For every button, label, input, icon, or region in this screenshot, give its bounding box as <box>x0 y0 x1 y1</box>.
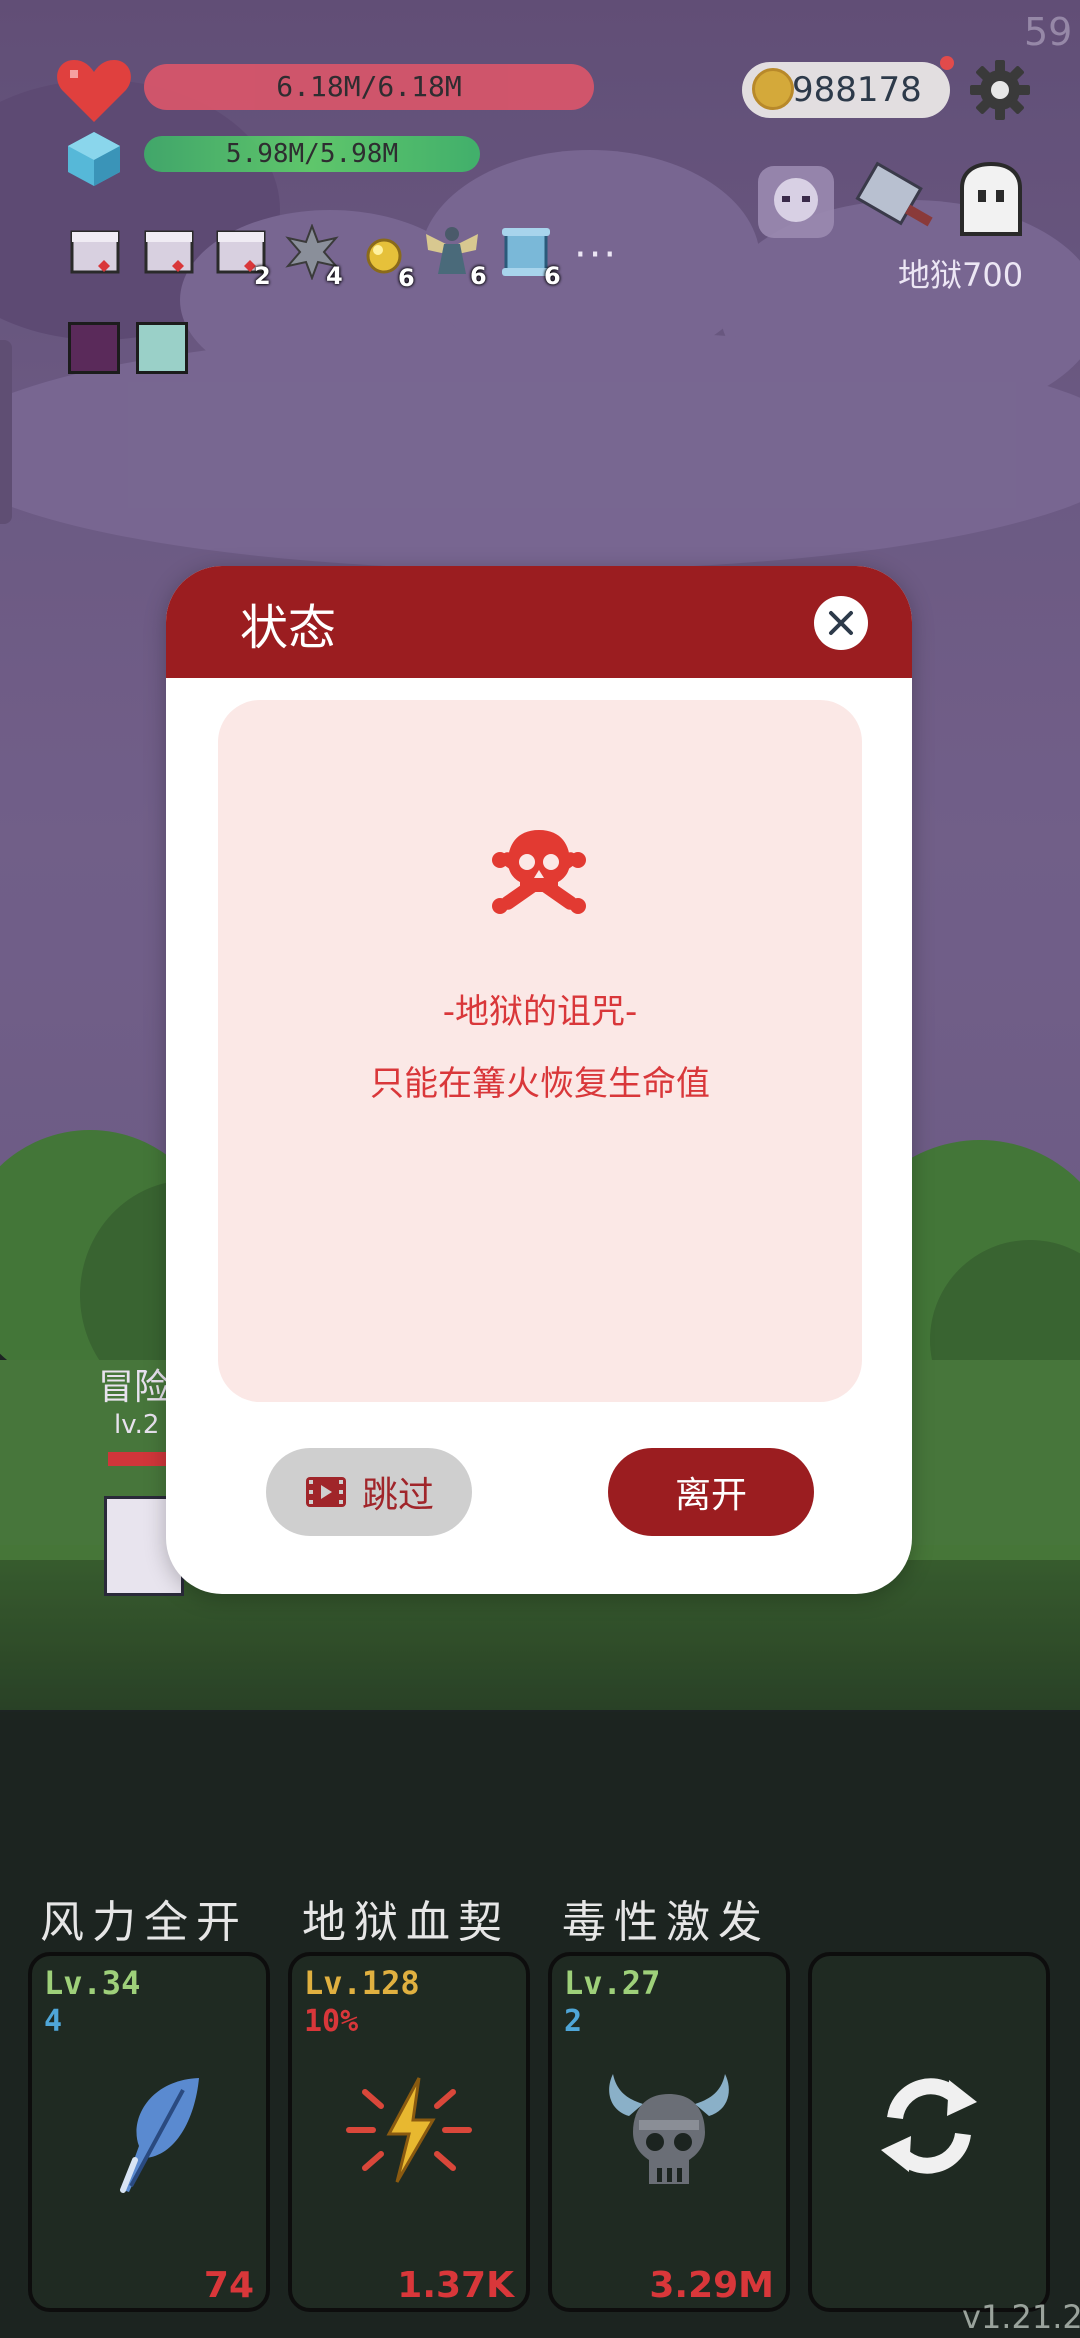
skill-stat: 2 <box>564 2004 583 2039</box>
refresh-icon <box>881 2078 977 2174</box>
status-count: 6 <box>544 262 561 290</box>
player-level: lv.2 <box>114 1410 160 1440</box>
skill-level: Lv.27 <box>564 1964 661 2002</box>
skill-refresh-card[interactable] <box>808 1952 1050 2312</box>
dark-curse-buff-icon[interactable] <box>68 322 120 374</box>
status-count: 6 <box>470 262 487 290</box>
hell-level-label: 地狱700 <box>898 256 1024 294</box>
notification-dot <box>940 56 954 70</box>
side-drawer-tab[interactable] <box>0 340 12 524</box>
skill-name: 风力全开 <box>40 1897 248 1948</box>
heart-icon <box>57 60 131 122</box>
curse-description: 只能在篝火恢复生命值 <box>370 1064 710 1104</box>
cleaver-boss-icon[interactable] <box>850 160 942 244</box>
status-dialog: 状态 -地狱的诅咒- 只能在篝火恢复生命值 跳过 离开 <box>166 566 912 1594</box>
scroll-red-bow-icon[interactable] <box>68 226 124 282</box>
skill-card-wind[interactable]: Lv.34 4 74 <box>28 1952 270 2312</box>
skill-level: Lv.34 <box>44 1964 141 2002</box>
skill-level: Lv.128 <box>304 1964 420 2002</box>
skill-card-poison[interactable]: Lv.27 2 3.29M <box>548 1952 790 2312</box>
status-count: 6 <box>398 264 415 292</box>
hp-bar: 6.18M/6.18M <box>144 64 594 110</box>
gear-icon[interactable] <box>968 58 1032 122</box>
skill-stat: 10% <box>304 2004 359 2039</box>
curse-title: -地狱的诅咒- <box>442 992 638 1032</box>
fps-counter: 59 <box>1024 10 1073 54</box>
feather-icon <box>120 2078 199 2193</box>
player-name: 冒险 <box>98 1367 171 1408</box>
mp-bar: 5.98M/5.98M <box>144 136 480 172</box>
dialog-header: 状态 <box>166 566 912 678</box>
skip-label: 跳过 <box>361 1475 434 1516</box>
skill-name: 地狱血契 <box>302 1897 510 1948</box>
close-button[interactable] <box>814 596 868 650</box>
status-count: 2 <box>254 262 271 290</box>
status-count: 4 <box>326 262 343 290</box>
skull-crossbones-icon <box>492 830 586 914</box>
skip-button[interactable]: 跳过 <box>266 1448 472 1536</box>
horned-skull-icon <box>609 2074 729 2184</box>
close-icon <box>829 611 853 635</box>
white-ghost-boss-icon[interactable] <box>954 160 1028 240</box>
more-status-indicator[interactable]: ··· <box>574 232 618 278</box>
gold-amount: 988178 <box>792 70 922 110</box>
coin-icon <box>752 68 794 110</box>
skill-value: 3.29M <box>649 2265 774 2306</box>
scroll-red-bow-icon[interactable] <box>142 226 198 282</box>
curse-info-card: -地狱的诅咒- 只能在篝火恢复生命值 <box>218 700 862 1402</box>
video-ad-icon <box>305 1477 346 1507</box>
skill-name: 毒性激发 <box>562 1897 770 1948</box>
lightning-burst-icon <box>346 2077 472 2183</box>
version-label: v1.21.2 <box>962 2298 1080 2336</box>
skill-value: 1.37K <box>397 2265 514 2306</box>
mana-gem-icon <box>68 132 120 186</box>
leave-button[interactable]: 离开 <box>608 1448 814 1536</box>
skill-card-hell-blood[interactable]: Lv.128 10% 1.37K <box>288 1952 530 2312</box>
skill-value: 74 <box>203 2265 254 2306</box>
ghost-girl-boss-icon[interactable] <box>752 160 840 244</box>
dialog-title: 状态 <box>240 600 337 656</box>
skill-stat: 4 <box>44 2004 63 2039</box>
light-burst-buff-icon[interactable] <box>136 322 188 374</box>
leave-label: 离开 <box>674 1475 747 1516</box>
